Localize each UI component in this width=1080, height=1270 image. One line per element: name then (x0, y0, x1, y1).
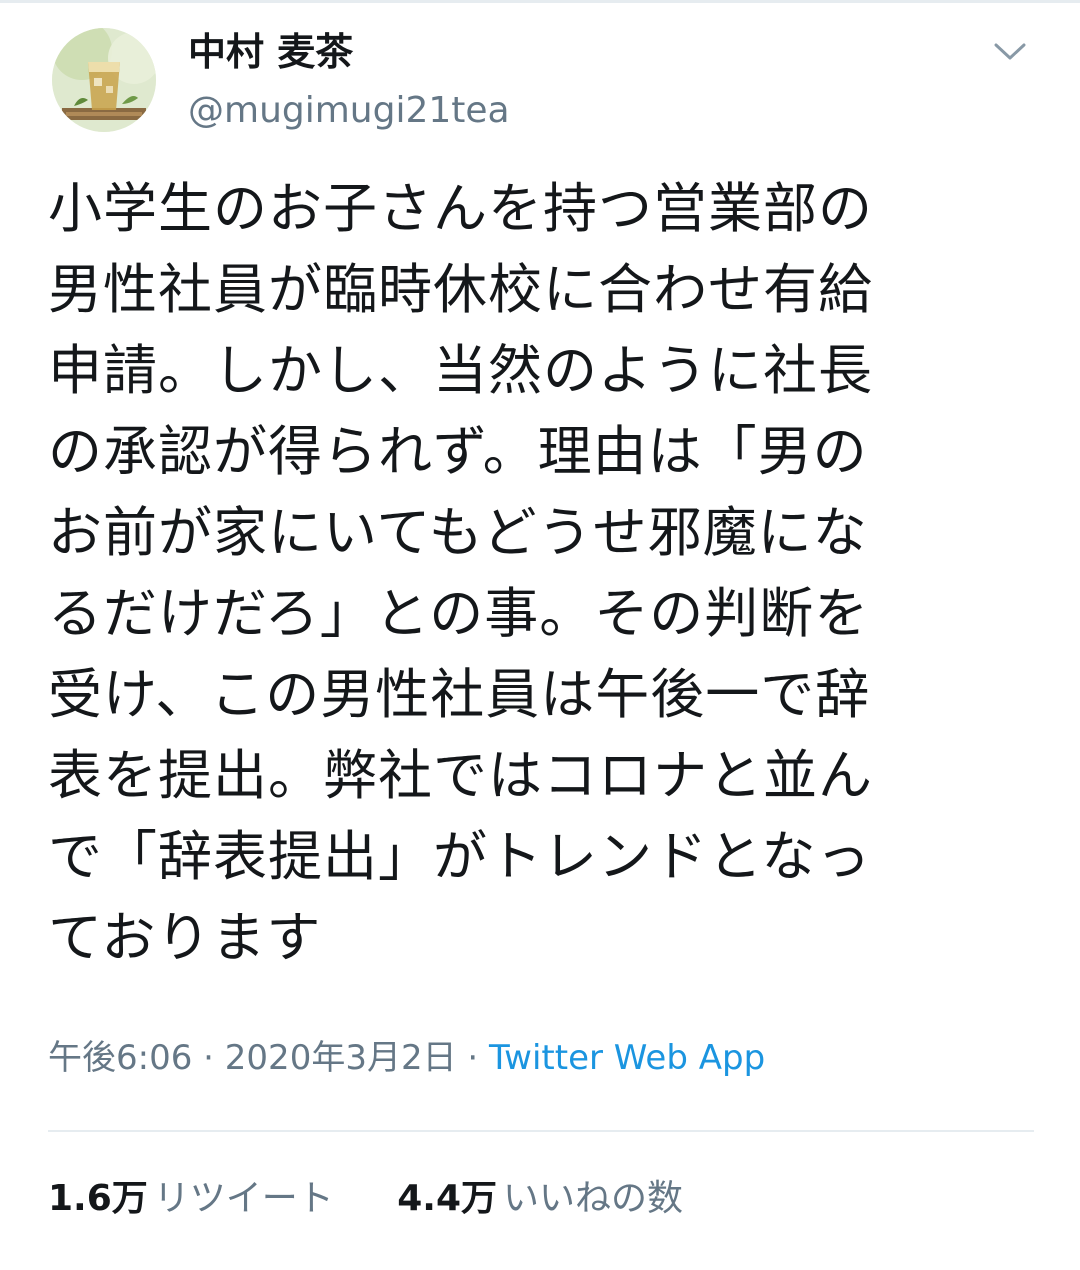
retweets-stat[interactable]: 1.6万 リツイート (48, 1174, 334, 1224)
avatar[interactable] (52, 28, 156, 132)
display-name[interactable]: 中村 麦茶 (188, 26, 510, 78)
meta-separator: · (203, 1038, 214, 1078)
tweet-source-link[interactable]: Twitter Web App (489, 1038, 765, 1078)
tweet-text: 小学生のお子さんを持つ営業部の 男性社員が臨時休校に合わせ有給 申請。しかし、当… (48, 177, 873, 969)
tweet-time[interactable]: 午後6:06 (48, 1038, 192, 1078)
likes-count: 4.4万 (397, 1178, 498, 1219)
likes-label: いいねの数 (503, 1178, 684, 1219)
user-names: 中村 麦茶 @mugimugi21tea (188, 26, 510, 136)
tweet-stats: 1.6万 リツイート 4.4万 いいねの数 (48, 1174, 683, 1224)
meta-separator: · (467, 1038, 479, 1078)
likes-stat[interactable]: 4.4万 いいねの数 (397, 1174, 683, 1224)
top-divider (0, 0, 1080, 3)
iced-tea-avatar-icon (52, 28, 156, 132)
tweet-meta: 午後6:06 · 2020年3月2日 · Twitter Web App (48, 1034, 765, 1082)
retweets-count: 1.6万 (48, 1178, 148, 1219)
retweets-label: リツイート (153, 1178, 334, 1219)
chevron-down-icon[interactable] (990, 36, 1030, 66)
tweet-header: 中村 麦茶 @mugimugi21tea (48, 24, 1048, 144)
tweet-date[interactable]: 2020年3月2日 (225, 1038, 457, 1078)
stats-divider (48, 1130, 1034, 1132)
user-handle[interactable]: @mugimugi21tea (188, 86, 510, 136)
